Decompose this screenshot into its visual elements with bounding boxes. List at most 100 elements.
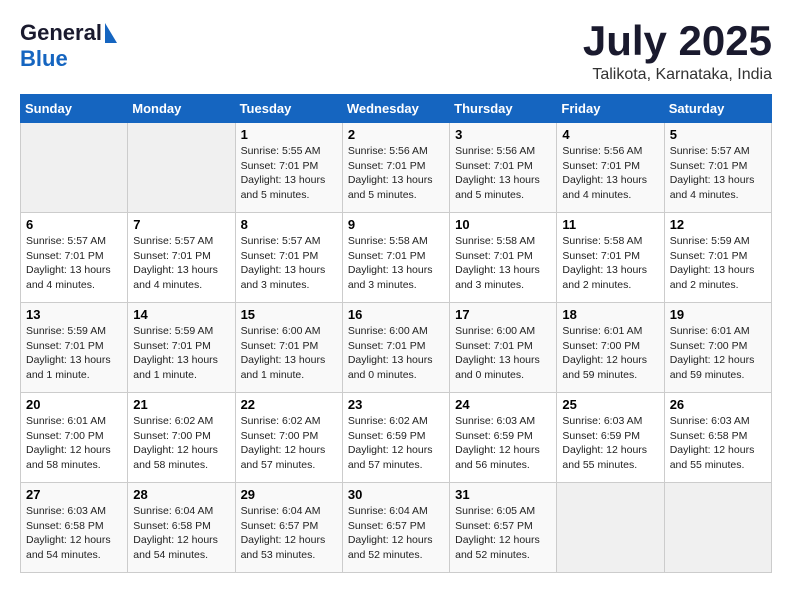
- day-info: Sunrise: 5:57 AM Sunset: 7:01 PM Dayligh…: [670, 144, 766, 203]
- day-number: 6: [26, 217, 122, 232]
- calendar-cell: 14 Sunrise: 5:59 AM Sunset: 7:01 PM Dayli…: [128, 303, 235, 393]
- month-title: July 2025: [583, 20, 772, 62]
- day-number: 2: [348, 127, 444, 142]
- week-row-2: 6 Sunrise: 5:57 AM Sunset: 7:01 PM Daylig…: [21, 213, 772, 303]
- calendar-cell: 24 Sunrise: 6:03 AM Sunset: 6:59 PM Dayli…: [450, 393, 557, 483]
- header-row: SundayMondayTuesdayWednesdayThursdayFrid…: [21, 95, 772, 123]
- day-number: 27: [26, 487, 122, 502]
- day-number: 23: [348, 397, 444, 412]
- day-number: 8: [241, 217, 337, 232]
- day-number: 20: [26, 397, 122, 412]
- calendar-cell: [128, 123, 235, 213]
- day-info: Sunrise: 5:56 AM Sunset: 7:01 PM Dayligh…: [348, 144, 444, 203]
- calendar-cell: 4 Sunrise: 5:56 AM Sunset: 7:01 PM Daylig…: [557, 123, 664, 213]
- day-info: Sunrise: 6:00 AM Sunset: 7:01 PM Dayligh…: [241, 324, 337, 383]
- calendar-cell: 11 Sunrise: 5:58 AM Sunset: 7:01 PM Dayli…: [557, 213, 664, 303]
- calendar-cell: 8 Sunrise: 5:57 AM Sunset: 7:01 PM Daylig…: [235, 213, 342, 303]
- calendar-cell: 28 Sunrise: 6:04 AM Sunset: 6:58 PM Dayli…: [128, 483, 235, 573]
- calendar-cell: 12 Sunrise: 5:59 AM Sunset: 7:01 PM Dayli…: [664, 213, 771, 303]
- day-header-tuesday: Tuesday: [235, 95, 342, 123]
- day-number: 17: [455, 307, 551, 322]
- day-info: Sunrise: 6:00 AM Sunset: 7:01 PM Dayligh…: [348, 324, 444, 383]
- calendar-cell: 9Sunrise: 5:58 AM Sunset: 7:01 PM Daylig…: [342, 213, 449, 303]
- calendar-cell: 17 Sunrise: 6:00 AM Sunset: 7:01 PM Dayli…: [450, 303, 557, 393]
- calendar-cell: 5 Sunrise: 5:57 AM Sunset: 7:01 PM Daylig…: [664, 123, 771, 213]
- calendar-cell: 2 Sunrise: 5:56 AM Sunset: 7:01 PM Daylig…: [342, 123, 449, 213]
- day-info: Sunrise: 5:56 AM Sunset: 7:01 PM Dayligh…: [455, 144, 551, 203]
- calendar-table: SundayMondayTuesdayWednesdayThursdayFrid…: [20, 94, 772, 573]
- calendar-cell: 10 Sunrise: 5:58 AM Sunset: 7:01 PM Dayli…: [450, 213, 557, 303]
- day-number: 22: [241, 397, 337, 412]
- day-info: Sunrise: 6:04 AM Sunset: 6:57 PM Dayligh…: [348, 504, 444, 563]
- day-number: 11: [562, 217, 658, 232]
- calendar-cell: 25Sunrise: 6:03 AM Sunset: 6:59 PM Dayli…: [557, 393, 664, 483]
- day-info: Sunrise: 5:57 AM Sunset: 7:01 PM Dayligh…: [26, 234, 122, 293]
- calendar-cell: 21Sunrise: 6:02 AM Sunset: 7:00 PM Dayli…: [128, 393, 235, 483]
- calendar-cell: 19 Sunrise: 6:01 AM Sunset: 7:00 PM Dayli…: [664, 303, 771, 393]
- calendar-cell: 31Sunrise: 6:05 AM Sunset: 6:57 PM Dayli…: [450, 483, 557, 573]
- calendar-cell: 27Sunrise: 6:03 AM Sunset: 6:58 PM Dayli…: [21, 483, 128, 573]
- day-number: 24: [455, 397, 551, 412]
- location: Talikota, Karnataka, India: [583, 66, 772, 84]
- day-info: Sunrise: 6:01 AM Sunset: 7:00 PM Dayligh…: [670, 324, 766, 383]
- calendar-cell: 22 Sunrise: 6:02 AM Sunset: 7:00 PM Dayli…: [235, 393, 342, 483]
- day-info: Sunrise: 5:57 AM Sunset: 7:01 PM Dayligh…: [133, 234, 229, 293]
- day-info: Sunrise: 6:00 AM Sunset: 7:01 PM Dayligh…: [455, 324, 551, 383]
- week-row-5: 27Sunrise: 6:03 AM Sunset: 6:58 PM Dayli…: [21, 483, 772, 573]
- day-info: Sunrise: 5:58 AM Sunset: 7:01 PM Dayligh…: [455, 234, 551, 293]
- day-number: 28: [133, 487, 229, 502]
- calendar-cell: 30 Sunrise: 6:04 AM Sunset: 6:57 PM Dayli…: [342, 483, 449, 573]
- day-number: 7: [133, 217, 229, 232]
- logo-general-text: General: [20, 20, 102, 46]
- day-info: Sunrise: 5:59 AM Sunset: 7:01 PM Dayligh…: [670, 234, 766, 293]
- calendar-cell: 15 Sunrise: 6:00 AM Sunset: 7:01 PM Dayli…: [235, 303, 342, 393]
- day-number: 18: [562, 307, 658, 322]
- week-row-3: 13 Sunrise: 5:59 AM Sunset: 7:01 PM Dayli…: [21, 303, 772, 393]
- day-info: Sunrise: 6:04 AM Sunset: 6:57 PM Dayligh…: [241, 504, 337, 563]
- day-info: Sunrise: 5:58 AM Sunset: 7:01 PM Dayligh…: [348, 234, 444, 293]
- day-header-wednesday: Wednesday: [342, 95, 449, 123]
- day-info: Sunrise: 6:03 AM Sunset: 6:59 PM Dayligh…: [455, 414, 551, 473]
- day-header-thursday: Thursday: [450, 95, 557, 123]
- calendar-cell: [21, 123, 128, 213]
- day-number: 13: [26, 307, 122, 322]
- day-number: 29: [241, 487, 337, 502]
- day-number: 21: [133, 397, 229, 412]
- logo-triangle-icon: [105, 23, 117, 43]
- day-number: 10: [455, 217, 551, 232]
- day-info: Sunrise: 6:02 AM Sunset: 7:00 PM Dayligh…: [241, 414, 337, 473]
- day-info: Sunrise: 6:01 AM Sunset: 7:00 PM Dayligh…: [562, 324, 658, 383]
- day-info: Sunrise: 5:58 AM Sunset: 7:01 PM Dayligh…: [562, 234, 658, 293]
- calendar-cell: 26 Sunrise: 6:03 AM Sunset: 6:58 PM Dayli…: [664, 393, 771, 483]
- day-number: 16: [348, 307, 444, 322]
- calendar-cell: 7 Sunrise: 5:57 AM Sunset: 7:01 PM Daylig…: [128, 213, 235, 303]
- calendar-cell: 13Sunrise: 5:59 AM Sunset: 7:01 PM Dayli…: [21, 303, 128, 393]
- page-header: General Blue July 2025 Talikota, Karnata…: [20, 20, 772, 84]
- day-number: 1: [241, 127, 337, 142]
- week-row-1: 1Sunrise: 5:55 AM Sunset: 7:01 PM Daylig…: [21, 123, 772, 213]
- day-number: 12: [670, 217, 766, 232]
- day-number: 5: [670, 127, 766, 142]
- day-info: Sunrise: 5:57 AM Sunset: 7:01 PM Dayligh…: [241, 234, 337, 293]
- calendar-cell: 6 Sunrise: 5:57 AM Sunset: 7:01 PM Daylig…: [21, 213, 128, 303]
- calendar-cell: 20Sunrise: 6:01 AM Sunset: 7:00 PM Dayli…: [21, 393, 128, 483]
- day-number: 25: [562, 397, 658, 412]
- day-number: 19: [670, 307, 766, 322]
- day-number: 30: [348, 487, 444, 502]
- day-number: 26: [670, 397, 766, 412]
- day-info: Sunrise: 6:02 AM Sunset: 6:59 PM Dayligh…: [348, 414, 444, 473]
- calendar-cell: 29 Sunrise: 6:04 AM Sunset: 6:57 PM Dayli…: [235, 483, 342, 573]
- calendar-cell: 23 Sunrise: 6:02 AM Sunset: 6:59 PM Dayli…: [342, 393, 449, 483]
- day-info: Sunrise: 6:04 AM Sunset: 6:58 PM Dayligh…: [133, 504, 229, 563]
- day-number: 14: [133, 307, 229, 322]
- calendar-cell: 1Sunrise: 5:55 AM Sunset: 7:01 PM Daylig…: [235, 123, 342, 213]
- calendar-cell: [664, 483, 771, 573]
- day-info: Sunrise: 5:56 AM Sunset: 7:01 PM Dayligh…: [562, 144, 658, 203]
- day-number: 4: [562, 127, 658, 142]
- day-info: Sunrise: 6:03 AM Sunset: 6:58 PM Dayligh…: [670, 414, 766, 473]
- day-info: Sunrise: 5:59 AM Sunset: 7:01 PM Dayligh…: [133, 324, 229, 383]
- calendar-cell: 18 Sunrise: 6:01 AM Sunset: 7:00 PM Dayli…: [557, 303, 664, 393]
- day-header-saturday: Saturday: [664, 95, 771, 123]
- day-number: 15: [241, 307, 337, 322]
- calendar-cell: [557, 483, 664, 573]
